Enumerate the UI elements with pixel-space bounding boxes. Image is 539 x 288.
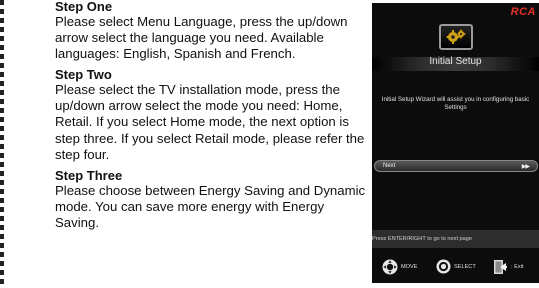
screen-title: Initial Setup	[429, 56, 482, 67]
step-one: Step One Please select Menu Language, pr…	[55, 0, 370, 62]
next-button[interactable]: Next ▶▶	[374, 160, 538, 172]
move-label: MOVE	[401, 264, 418, 270]
dpad-icon	[382, 259, 398, 275]
exit-hint: : Exit	[493, 259, 523, 275]
fast-forward-icon: ▶▶	[521, 163, 530, 170]
remote-nav-legend: MOVE SELECT : Exit	[372, 259, 539, 277]
dashed-left-border	[0, 0, 4, 288]
step-body: Please select Menu Language, press the u…	[55, 14, 348, 62]
step-two: Step Two Please select the TV installati…	[55, 68, 370, 162]
wizard-description: Initial Setup Wizard will assist you in …	[381, 96, 530, 111]
next-label: Next	[383, 163, 396, 169]
step-heading: Step One	[55, 0, 113, 14]
move-hint: MOVE	[382, 259, 417, 275]
select-label: SELECT	[454, 263, 476, 270]
tv-screen: RCA Initial Setup Initial Setup Wizard w…	[372, 3, 539, 283]
step-three: Step Three Please choose between Energy …	[55, 167, 370, 231]
brand-logo: RCA	[510, 6, 536, 18]
step-body: Please choose between Energy Saving and …	[55, 182, 366, 230]
gear-icon	[439, 24, 473, 50]
select-hint: SELECT	[436, 259, 476, 274]
step-body: Please select the TV installation mode, …	[55, 82, 365, 162]
hint-text: Press ENTER/RIGHT to go to next page	[372, 236, 473, 242]
exit-icon	[494, 260, 507, 274]
step-heading: Step Three	[55, 167, 123, 183]
instruction-text: Step One Please select Menu Language, pr…	[55, 0, 370, 237]
exit-label: : Exit	[511, 264, 524, 270]
step-heading: Step Two	[55, 67, 112, 83]
select-button-icon	[436, 259, 451, 274]
